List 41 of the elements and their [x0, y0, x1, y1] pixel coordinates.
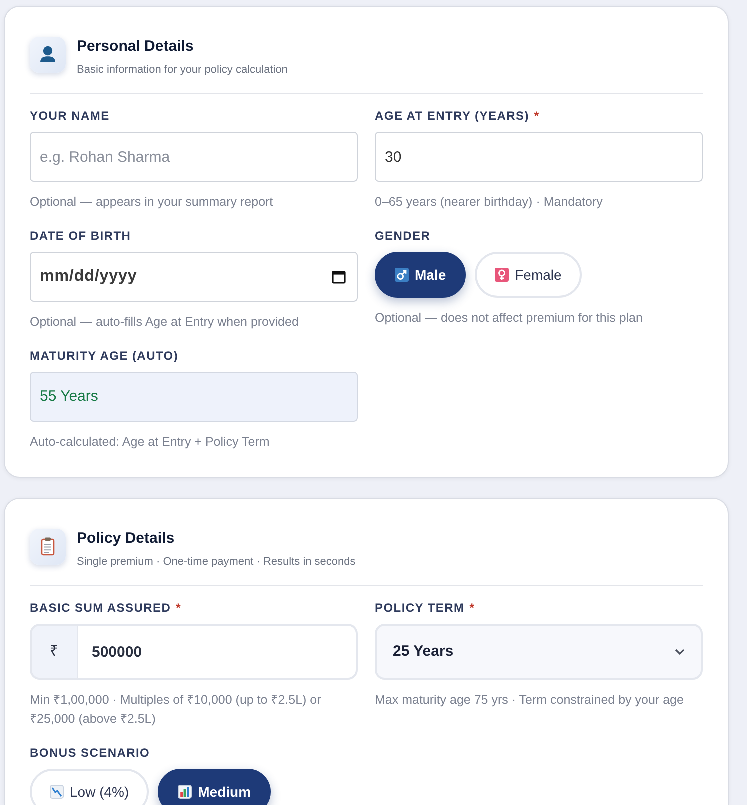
text-input[interactable]: e.g. Rohan Sharma [30, 132, 358, 182]
hint-text: 0–65 years (nearer birthday) · Mandatory [375, 194, 603, 211]
dropdown-select[interactable]: 25 Years [375, 624, 703, 680]
male-sign-icon [395, 268, 409, 282]
hint-text: Optional — appears in your summary report [30, 194, 274, 211]
bar-chart-icon [178, 785, 192, 799]
clipboard-icon [30, 529, 66, 565]
field-label: GENDER [375, 228, 431, 244]
text-input[interactable]: 30 [375, 132, 703, 182]
section-subtitle: Basic information for your policy calculation [77, 63, 288, 77]
hint-text: Auto-calculated: Age at Entry + Policy Term [30, 434, 270, 451]
required-asterisk: * [534, 108, 540, 124]
field-label: DATE OF BIRTH [30, 228, 132, 244]
hint-text: Optional — does not affect premium for this plan [375, 310, 643, 327]
female-sign-icon [495, 268, 510, 282]
field-label: YOUR NAME [30, 108, 110, 124]
field-label: POLICY TERM [375, 600, 465, 616]
date-input[interactable]: mm/dd/yyyy [30, 252, 358, 302]
section-title: Policy Details [77, 529, 176, 549]
amount-input[interactable]: 500000 [78, 624, 358, 680]
hint-text: Optional — auto-fills Age at Entry when provided [30, 314, 299, 331]
readonly-field: 55 Years [30, 372, 358, 422]
field-label: MATURITY AGE (AUTO) [30, 348, 179, 364]
currency-prefix: ₹ [30, 624, 78, 680]
chevron-down-icon [675, 649, 685, 655]
hint-text: Min ₹1,00,000 · Multiples of ₹10,000 (up to ₹2.5L) or ₹25,000 (above ₹2.5L) [30, 692, 322, 728]
section-subtitle: Single premium · One-time payment · Results in seconds [77, 555, 356, 569]
chart-down-icon [50, 785, 64, 799]
hint-text: Max maturity age 75 yrs · Term constrained by your age [375, 692, 684, 709]
required-asterisk: * [176, 600, 181, 616]
option-button[interactable]: Female [475, 252, 582, 298]
option-button[interactable]: Low (4%) [30, 769, 150, 805]
field-label: BASIC SUM ASSURED [30, 600, 172, 616]
option-button[interactable]: Medium [158, 769, 272, 805]
field-label: AGE AT ENTRY (YEARS) [375, 108, 530, 124]
required-asterisk: * [470, 600, 474, 616]
person-icon [30, 37, 66, 73]
calendar-icon[interactable] [332, 270, 346, 284]
option-button[interactable]: Male [375, 252, 466, 298]
field-label: BONUS SCENARIO [30, 745, 150, 761]
section-title: Personal Details [77, 37, 195, 57]
